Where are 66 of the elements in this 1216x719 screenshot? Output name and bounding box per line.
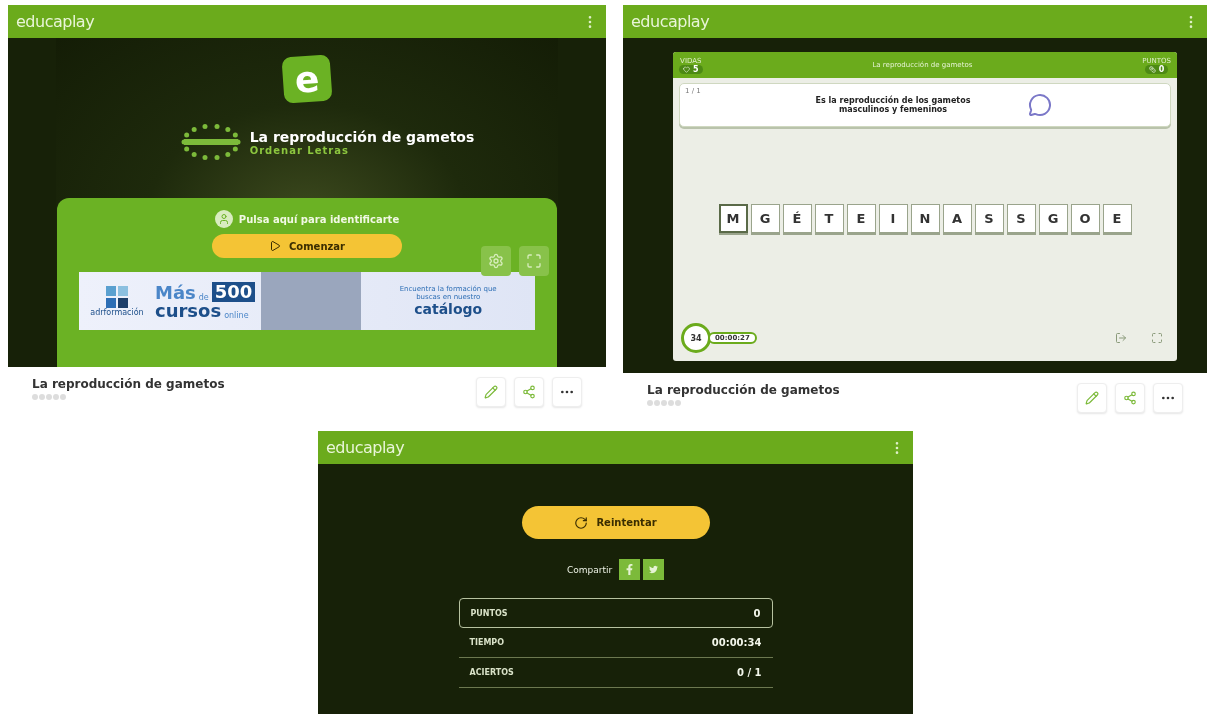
ad-text: cursos	[155, 301, 222, 320]
share-label: Compartir	[566, 564, 613, 575]
question-text: Es la reproducción de los gametos masculinos y femeninos	[814, 96, 972, 114]
letter-tile[interactable]: G	[750, 203, 780, 233]
pencil-icon	[484, 385, 498, 399]
fullscreen-button[interactable]	[519, 246, 549, 276]
more-button[interactable]	[552, 377, 582, 407]
timer-seconds: 34	[681, 323, 711, 353]
fullscreen-icon	[1151, 331, 1163, 345]
coins-icon	[1148, 65, 1156, 73]
letter-tile[interactable]: M	[718, 203, 748, 233]
stat-label: PUNTOS	[470, 608, 508, 618]
user-icon	[214, 210, 233, 228]
stat-value: 00:00:34	[711, 637, 762, 648]
retry-icon	[574, 515, 589, 530]
share-icon	[1123, 391, 1137, 405]
edit-button[interactable]	[1077, 383, 1107, 413]
letter-tile[interactable]: G	[1038, 203, 1068, 233]
lives-counter: 5	[679, 64, 703, 74]
ad-text: Más	[155, 283, 196, 302]
letter-tile[interactable]: S	[1006, 203, 1036, 233]
stat-label: TIEMPO	[469, 638, 505, 647]
twitter-button[interactable]	[643, 559, 665, 580]
letter-tile[interactable]: T	[814, 203, 844, 233]
letter-tile[interactable]: A	[942, 203, 972, 233]
game-type: Ordenar Letras	[249, 144, 349, 156]
stars-ring-icon	[179, 122, 242, 162]
speech-bubble-icon[interactable]	[1028, 93, 1052, 117]
facebook-button[interactable]	[619, 559, 641, 580]
more-button[interactable]	[1153, 383, 1183, 413]
game-title: La reproducción de gametos	[249, 128, 475, 145]
grid-logo-icon	[106, 285, 128, 308]
stat-label: ACIERTOS	[469, 668, 514, 677]
share-button[interactable]	[1115, 383, 1145, 413]
heart-icon	[683, 65, 690, 73]
app-logo: e	[281, 54, 333, 104]
settings-icon	[488, 253, 504, 269]
ad-brand: adrformación	[90, 307, 144, 317]
ad-text: online	[224, 310, 249, 320]
share-button[interactable]	[514, 377, 544, 407]
ad-number: 500	[211, 282, 256, 302]
play-icon	[269, 240, 281, 252]
exit-icon	[1115, 331, 1127, 345]
ad-text: de	[198, 292, 209, 302]
pencil-icon	[1085, 391, 1099, 405]
letter-tile[interactable]: S	[974, 203, 1004, 233]
share-icon	[522, 385, 536, 399]
ad-text: catálogo	[414, 301, 483, 317]
letter-tile[interactable]: E	[1102, 203, 1132, 233]
stat-value: 0	[753, 607, 761, 619]
letter-tile[interactable]: E	[846, 203, 876, 233]
fullscreen-icon	[526, 253, 542, 269]
settings-button[interactable]	[481, 246, 511, 276]
letter-tile[interactable]: É	[782, 203, 812, 233]
edit-button[interactable]	[476, 377, 506, 407]
stat-value: 0 / 1	[736, 667, 762, 678]
letter-tile[interactable]: O	[1070, 203, 1100, 233]
start-button[interactable]: Comenzar	[212, 234, 402, 258]
letter-tile[interactable]: I	[878, 203, 908, 233]
facebook-icon	[625, 564, 635, 575]
points-counter: 0	[1144, 64, 1169, 74]
activity-title: La reproducción de gametos	[32, 377, 225, 391]
retry-button[interactable]: Reintentar	[521, 506, 710, 539]
letter-tile[interactable]: N	[910, 203, 940, 233]
twitter-icon	[649, 564, 659, 575]
activity-title: La reproducción de gametos	[647, 383, 840, 397]
